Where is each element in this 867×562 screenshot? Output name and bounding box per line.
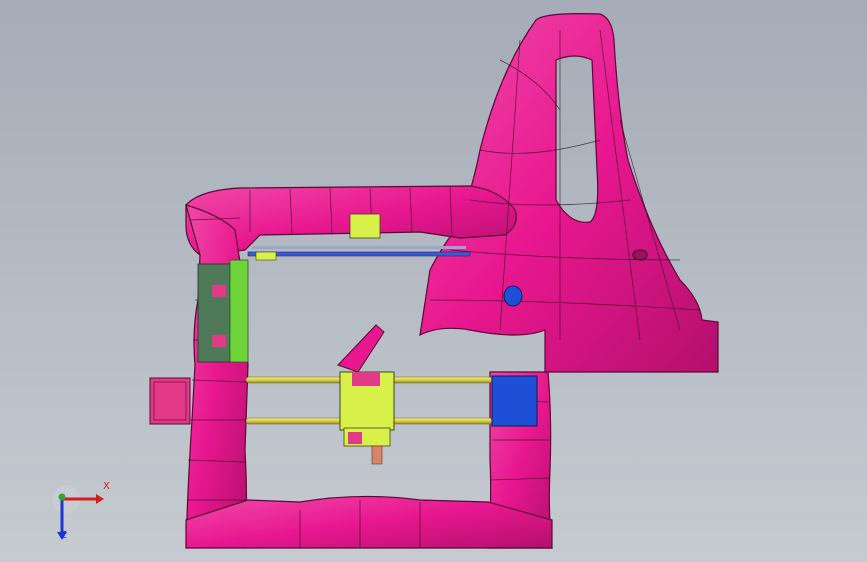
- frame-hole: [503, 285, 523, 307]
- y-axis-point: [58, 493, 66, 501]
- printer-frame-model[interactable]: [0, 0, 867, 562]
- frame-bottom-arch[interactable]: [185, 495, 553, 549]
- idler-pulley[interactable]: [255, 251, 277, 261]
- z-axis-label: Z: [60, 530, 67, 541]
- x-axis-label: X: [103, 481, 110, 492]
- top-rail-guide: [252, 246, 466, 249]
- x-idler-block[interactable]: [491, 375, 538, 427]
- top-rail[interactable]: [247, 251, 471, 257]
- extruder-arm[interactable]: [337, 324, 385, 373]
- mount-bolt-top: [212, 285, 226, 297]
- carriage-clamp: [352, 372, 380, 386]
- axis-triad: X Z: [40, 478, 120, 548]
- nozzle[interactable]: [371, 445, 383, 465]
- x-motor[interactable]: [149, 377, 191, 425]
- left-mount-dark[interactable]: [197, 263, 231, 363]
- 3d-viewport[interactable]: X Z: [0, 0, 867, 562]
- top-carriage[interactable]: [349, 213, 381, 239]
- hotend-fan: [348, 432, 362, 444]
- frame-left-post[interactable]: [185, 204, 249, 549]
- mount-bolt-bottom: [212, 335, 226, 347]
- left-mount-green[interactable]: [229, 259, 249, 363]
- frame-socket: [632, 249, 648, 261]
